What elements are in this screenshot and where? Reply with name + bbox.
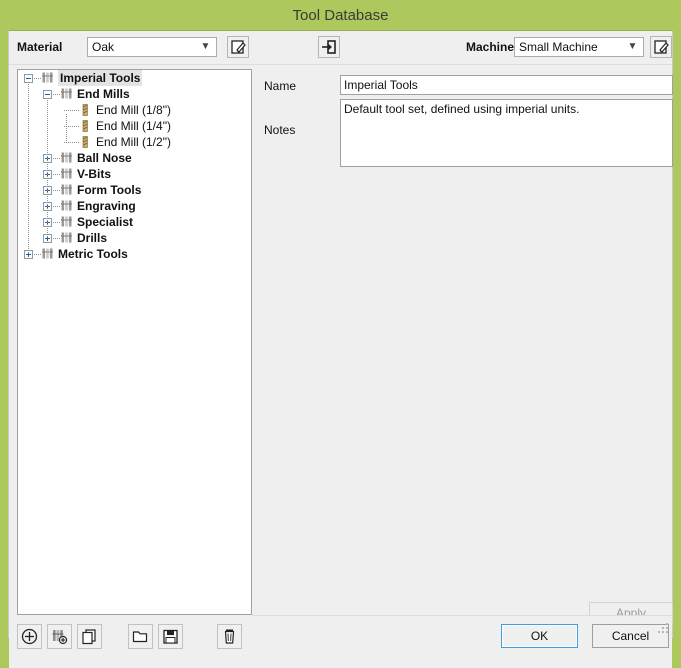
tree-item[interactable]: Imperial Tools (18, 70, 251, 86)
tool-database-window: Tool Database Material Oak ▼ (0, 0, 681, 648)
tree-connector (64, 142, 79, 143)
tree-item[interactable]: Ball Nose (18, 150, 251, 166)
bottom-toolbar: OK Cancel (9, 616, 672, 668)
material-label: Material (17, 40, 62, 54)
import-arrow-icon (319, 37, 339, 57)
tool-tree-panel[interactable]: Imperial ToolsEnd MillsEnd Mill (1/8")En… (17, 69, 252, 615)
trash-icon (220, 627, 239, 646)
tree-item[interactable]: Engraving (18, 198, 251, 214)
tree-item-label: End Mill (1/4") (96, 118, 171, 134)
tool-group-icon (61, 168, 74, 180)
tool-group-icon (61, 200, 74, 212)
tree-item-label: Specialist (77, 214, 133, 230)
tool-group-icon (61, 184, 74, 196)
tree-item-label: Ball Nose (77, 150, 132, 166)
end-mill-icon (80, 104, 91, 116)
detail-panel: Name Notes Imperial Tools Default tool s… (252, 69, 672, 615)
tree-connector (53, 158, 60, 159)
tree-item[interactable]: V-Bits (18, 166, 251, 182)
machine-label: Machine (434, 40, 514, 54)
tool-tree: Imperial ToolsEnd MillsEnd Mill (1/8")En… (18, 70, 251, 274)
edit-pencil-icon (228, 37, 248, 57)
tree-connector (53, 174, 60, 175)
tool-add-icon (50, 627, 69, 646)
delete-button[interactable] (217, 624, 242, 649)
open-button[interactable] (128, 624, 153, 649)
tree-item-label: V-Bits (77, 166, 111, 182)
tree-item[interactable]: End Mill (1/8") (18, 102, 251, 118)
tree-item[interactable]: End Mills (18, 86, 251, 102)
add-tool-button[interactable] (47, 624, 72, 649)
name-label: Name (264, 79, 296, 93)
chevron-down-icon: ▼ (199, 38, 212, 56)
end-mill-icon (80, 120, 91, 132)
tree-guide-line (47, 98, 48, 238)
tree-item-label: Engraving (77, 198, 136, 214)
machine-select[interactable]: Small Machine ▼ (514, 37, 644, 57)
window-title-bar: Tool Database (0, 0, 681, 32)
tree-connector (53, 206, 60, 207)
tool-group-icon (61, 88, 74, 100)
top-toolbar: Material Oak ▼ Machine (9, 31, 672, 65)
edit-machine-button[interactable] (650, 36, 672, 58)
edit-pencil-icon (651, 37, 671, 57)
tool-group-icon (61, 216, 74, 228)
notes-textarea[interactable]: Default tool set, defined using imperial… (340, 99, 673, 167)
edit-material-button[interactable] (227, 36, 249, 58)
page-title: Tool Database (293, 7, 389, 24)
chevron-down-icon: ▼ (626, 38, 639, 56)
ok-button[interactable]: OK (501, 624, 578, 648)
tree-item[interactable]: End Mill (1/4") (18, 118, 251, 134)
name-input[interactable]: Imperial Tools (340, 75, 673, 95)
tool-group-icon (61, 152, 74, 164)
material-select[interactable]: Oak ▼ (87, 37, 217, 57)
tree-guide-line (66, 114, 67, 142)
import-button[interactable] (318, 36, 340, 58)
tree-item[interactable]: Form Tools (18, 182, 251, 198)
tree-item-label: Metric Tools (58, 246, 128, 262)
tree-connector (53, 190, 60, 191)
tree-item[interactable]: Drills (18, 230, 251, 246)
tree-item-label: Drills (77, 230, 107, 246)
material-select-value: Oak (92, 40, 114, 54)
tree-item-label: End Mill (1/8") (96, 102, 171, 118)
tree-item-label: End Mill (1/2") (96, 134, 171, 150)
copy-icon (80, 627, 99, 646)
tree-connector (64, 110, 79, 111)
machine-select-value: Small Machine (519, 40, 598, 54)
tool-group-icon (42, 248, 55, 260)
save-button[interactable] (158, 624, 183, 649)
copy-button[interactable] (77, 624, 102, 649)
tree-item[interactable]: Specialist (18, 214, 251, 230)
add-tool-group-button[interactable] (17, 624, 42, 649)
resize-grip[interactable] (658, 623, 669, 634)
tree-item[interactable]: End Mill (1/2") (18, 134, 251, 150)
tree-connector (53, 94, 60, 95)
plus-circle-icon (20, 627, 39, 646)
tool-group-icon (61, 232, 74, 244)
tree-connector (34, 78, 41, 79)
tree-item-label: Imperial Tools (58, 70, 142, 86)
floppy-save-icon (161, 627, 180, 646)
dialog-client-area: Material Oak ▼ Machine (8, 30, 673, 638)
tree-item[interactable]: Metric Tools (18, 246, 251, 262)
end-mill-icon (80, 136, 91, 148)
tool-group-icon (42, 72, 55, 84)
tree-connector (53, 238, 60, 239)
tree-connector (34, 254, 41, 255)
tree-connector (53, 222, 60, 223)
tree-item-label: End Mills (77, 86, 130, 102)
tree-item-label: Form Tools (77, 182, 141, 198)
folder-open-icon (131, 627, 150, 646)
tree-guide-line (28, 82, 29, 254)
notes-label: Notes (264, 123, 295, 137)
